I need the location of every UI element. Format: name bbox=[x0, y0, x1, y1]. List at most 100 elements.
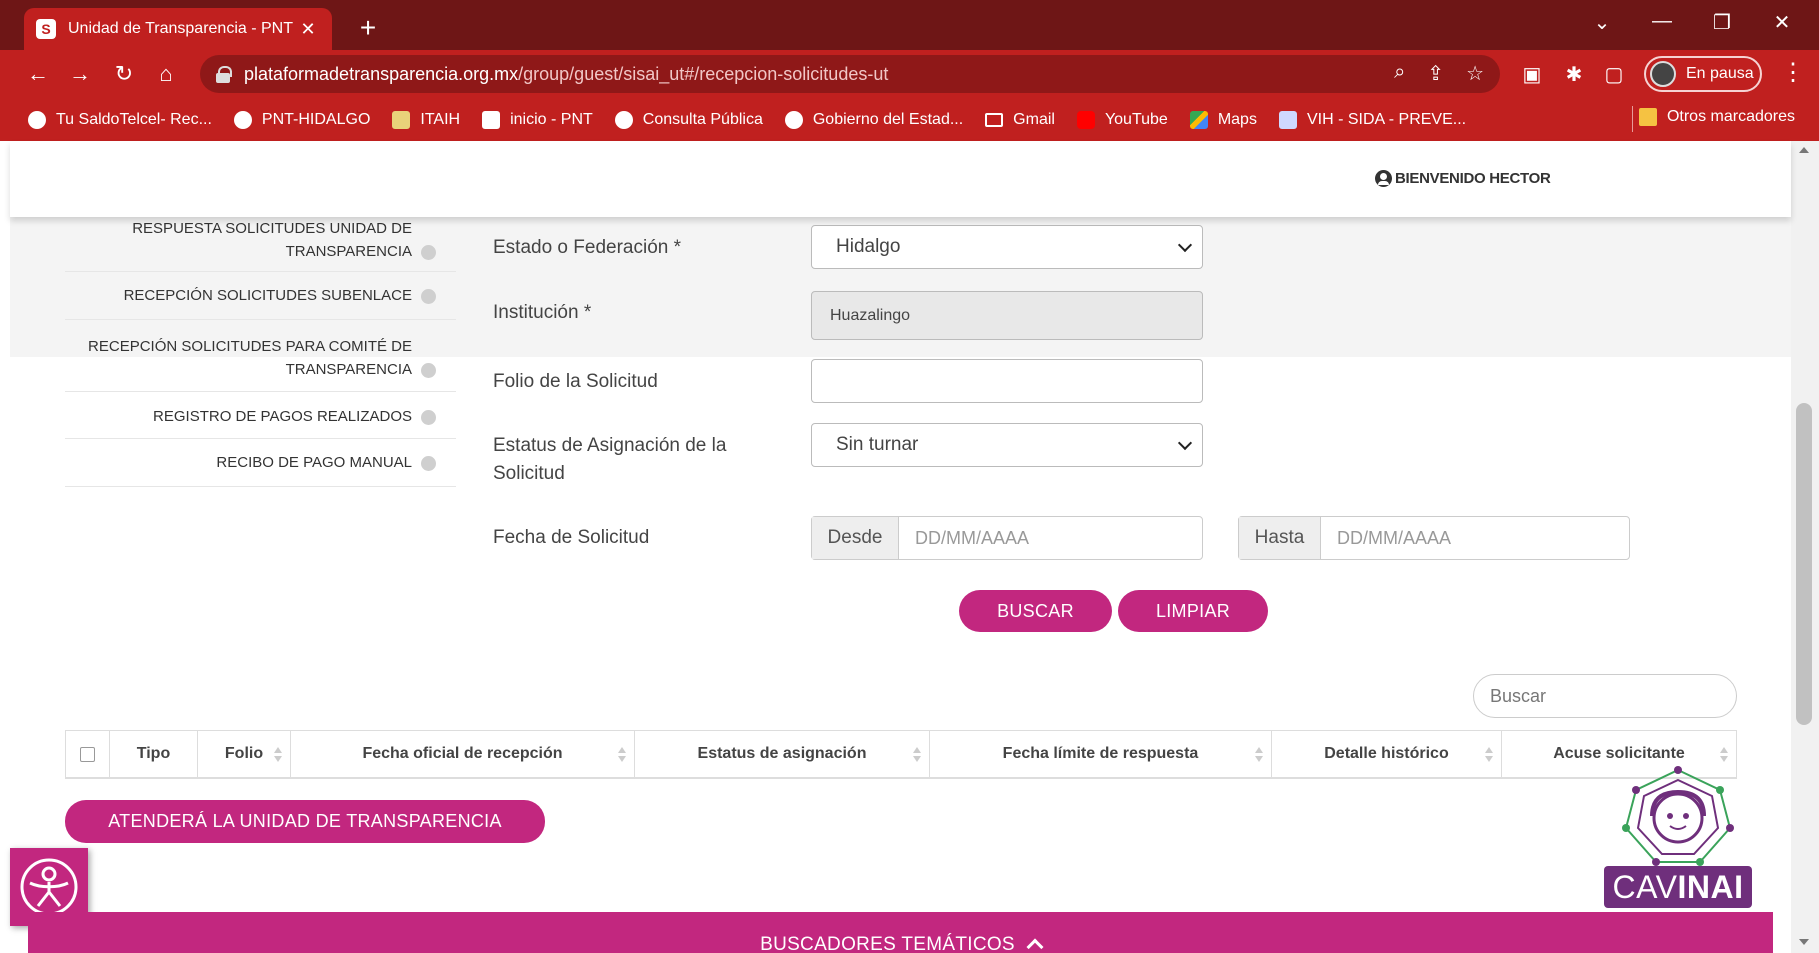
bookmark-maps[interactable]: Maps bbox=[1189, 110, 1257, 129]
scroll-up-arrow-icon[interactable] bbox=[1799, 147, 1809, 153]
label-line: TRANSPARENCIA bbox=[285, 361, 412, 378]
browser-chrome: S Unidad de Transparencia - PNT ✕ + ⌄ — … bbox=[0, 0, 1819, 141]
scroll-down-arrow-icon[interactable] bbox=[1799, 939, 1809, 945]
column-header-detalle-historico[interactable]: Detalle histórico bbox=[1272, 731, 1502, 777]
column-label: Estatus de asignación bbox=[697, 745, 867, 762]
other-bookmarks-label: Otros marcadores bbox=[1666, 108, 1795, 125]
label-line: Estatus de Asignación de la bbox=[493, 435, 727, 456]
user-circle-icon bbox=[1375, 170, 1392, 187]
estatus-selected-value: Sin turnar bbox=[836, 434, 919, 455]
buscadores-label: BUSCADORES TEMÁTICOS bbox=[760, 934, 1015, 953]
buscar-button[interactable]: BUSCAR bbox=[959, 590, 1112, 632]
new-tab-button[interactable]: + bbox=[352, 12, 384, 44]
minimize-icon[interactable]: — bbox=[1640, 10, 1684, 33]
bookmark-label: PNT-HIDALGO bbox=[261, 110, 371, 128]
column-header-fecha-recepcion[interactable]: Fecha oficial de recepción bbox=[291, 731, 635, 777]
column-header-fecha-limite[interactable]: Fecha límite de respuesta bbox=[930, 731, 1272, 777]
bookmark-star-icon[interactable]: ☆ bbox=[1466, 61, 1484, 86]
tab-title: Unidad de Transparencia - PNT bbox=[68, 20, 293, 37]
back-icon[interactable]: ← bbox=[22, 58, 54, 90]
cavinai-label-light: CAV bbox=[1612, 868, 1678, 905]
bookmark-gobierno[interactable]: Gobierno del Estad... bbox=[784, 110, 964, 129]
pocket-extension-icon[interactable]: ▣ bbox=[1518, 62, 1546, 87]
column-header-folio[interactable]: Folio bbox=[198, 731, 291, 777]
globe-icon bbox=[614, 110, 633, 129]
select-all-checkbox[interactable] bbox=[80, 746, 95, 762]
table-search-input[interactable]: Buscar bbox=[1473, 674, 1737, 718]
label-line: RESPUESTA SOLICITUDES UNIDAD DE bbox=[132, 220, 412, 237]
maps-icon bbox=[1189, 110, 1208, 129]
sidenav-item-registro-pagos[interactable]: REGISTRO DE PAGOS REALIZADOS bbox=[65, 392, 456, 439]
sort-icon bbox=[1255, 747, 1263, 763]
bookmark-vih[interactable]: VIH - SIDA - PREVE... bbox=[1278, 110, 1466, 129]
bookmark-telcel[interactable]: Tu SaldoTelcel- Rec... bbox=[28, 110, 212, 129]
limpiar-button[interactable]: LIMPIAR bbox=[1118, 590, 1268, 632]
side-panel-icon[interactable]: ▢ bbox=[1600, 62, 1628, 87]
home-icon[interactable]: ⌂ bbox=[150, 58, 182, 90]
extensions-puzzle-icon[interactable]: ✱ bbox=[1560, 62, 1588, 87]
address-bar[interactable]: plataformadetransparencia.org.mx/group/g… bbox=[200, 55, 1500, 93]
welcome-user[interactable]: BIENVENIDO HECTOR bbox=[1375, 170, 1551, 187]
hasta-date-input[interactable]: DD/MM/AAAA bbox=[1321, 517, 1629, 559]
desde-date-input[interactable]: DD/MM/AAAA bbox=[899, 517, 1202, 559]
url-host: plataformadetransparencia.org.mx bbox=[244, 63, 519, 84]
bookmark-itaih[interactable]: ITAIH bbox=[392, 110, 461, 129]
globe-icon bbox=[784, 110, 803, 129]
bookmark-pnt-hidalgo[interactable]: PNT-HIDALGO bbox=[233, 110, 371, 129]
tab-close-icon[interactable]: ✕ bbox=[296, 19, 320, 40]
bookmark-label: Gobierno del Estad... bbox=[812, 110, 964, 128]
select-all-cell bbox=[66, 731, 110, 777]
other-bookmarks[interactable]: Otros marcadores bbox=[1638, 108, 1795, 126]
site-header: BIENVENIDO HECTOR bbox=[10, 141, 1791, 217]
share-icon[interactable]: ⇪ bbox=[1427, 61, 1444, 86]
sidenav-item-recibo-pago-manual[interactable]: RECIBO DE PAGO MANUAL bbox=[65, 439, 456, 487]
status-dot-icon bbox=[421, 245, 436, 260]
sort-icon bbox=[1720, 747, 1728, 763]
estatus-label: Estatus de Asignación de la Solicitud bbox=[493, 432, 726, 488]
bookmark-youtube[interactable]: YouTube bbox=[1076, 110, 1168, 129]
chrome-menu-icon[interactable]: ⋮ bbox=[1778, 58, 1808, 87]
column-header-tipo[interactable]: Tipo bbox=[110, 731, 198, 777]
column-header-estatus-asignacion[interactable]: Estatus de asignación bbox=[635, 731, 930, 777]
scrollbar-thumb[interactable] bbox=[1796, 403, 1812, 725]
atendera-unidad-button[interactable]: ATENDERÁ LA UNIDAD DE TRANSPARENCIA bbox=[65, 800, 545, 843]
bookmark-gmail[interactable]: Gmail bbox=[985, 111, 1055, 129]
results-table-header: Tipo Folio Fecha oficial de recepción Es… bbox=[65, 730, 1737, 779]
estado-select[interactable]: Hidalgo bbox=[811, 225, 1203, 269]
estado-selected-value: Hidalgo bbox=[836, 236, 901, 257]
column-label: Acuse solicitante bbox=[1553, 745, 1685, 762]
folder-icon bbox=[1638, 108, 1657, 126]
zoom-icon[interactable]: ⌕ bbox=[1394, 61, 1405, 86]
reload-icon[interactable]: ↻ bbox=[108, 58, 140, 90]
sidenav-item-recepcion-comite[interactable]: RECEPCIÓN SOLICITUDES PARA COMITÉ DE TRAN… bbox=[65, 320, 456, 392]
buscadores-tematicos-bar[interactable]: BUSCADORES TEMÁTICOS bbox=[28, 912, 1773, 953]
label-line: Solicitud bbox=[493, 463, 565, 484]
bookmark-label: ITAIH bbox=[420, 110, 461, 128]
globe-icon bbox=[233, 110, 252, 129]
folio-input[interactable] bbox=[811, 359, 1203, 403]
profile-status: En pausa bbox=[1686, 65, 1754, 82]
sidenav-item-label: RECEPCIÓN SOLICITUDES PARA COMITÉ DE TRAN… bbox=[88, 335, 412, 381]
folio-label: Folio de la Solicitud bbox=[493, 371, 658, 392]
cavinai-chat-widget[interactable]: CAV INAI bbox=[1600, 766, 1756, 920]
welcome-text: BIENVENIDO HECTOR bbox=[1395, 170, 1551, 187]
tab-search-icon[interactable]: ⌄ bbox=[1580, 10, 1624, 35]
forward-icon[interactable]: → bbox=[64, 58, 96, 90]
bookmark-consulta-publica[interactable]: Consulta Pública bbox=[614, 110, 763, 129]
bookmark-inicio-pnt[interactable]: inicio - PNT bbox=[482, 110, 593, 129]
youtube-icon bbox=[1076, 110, 1095, 129]
sidenav-item-respuesta-solicitudes[interactable]: RESPUESTA SOLICITUDES UNIDAD DE TRANSPARE… bbox=[65, 217, 456, 272]
globe-icon bbox=[28, 110, 46, 129]
restore-icon[interactable]: ❐ bbox=[1700, 10, 1744, 35]
sidenav-item-recepcion-subenlace[interactable]: RECEPCIÓN SOLICITUDES SUBENLACE bbox=[65, 272, 456, 320]
profile-button[interactable]: En pausa bbox=[1644, 56, 1762, 92]
page-scrollbar[interactable] bbox=[1791, 141, 1819, 953]
sort-icon bbox=[274, 747, 282, 763]
sidenav-item-label: REGISTRO DE PAGOS REALIZADOS bbox=[153, 408, 412, 425]
browser-tab-active[interactable]: S Unidad de Transparencia - PNT ✕ bbox=[24, 8, 332, 50]
status-dot-icon bbox=[421, 410, 436, 425]
institucion-label: Institución * bbox=[493, 302, 592, 323]
estatus-select[interactable]: Sin turnar bbox=[811, 423, 1203, 467]
bookmark-label: inicio - PNT bbox=[510, 110, 593, 128]
window-close-icon[interactable]: ✕ bbox=[1760, 10, 1804, 35]
